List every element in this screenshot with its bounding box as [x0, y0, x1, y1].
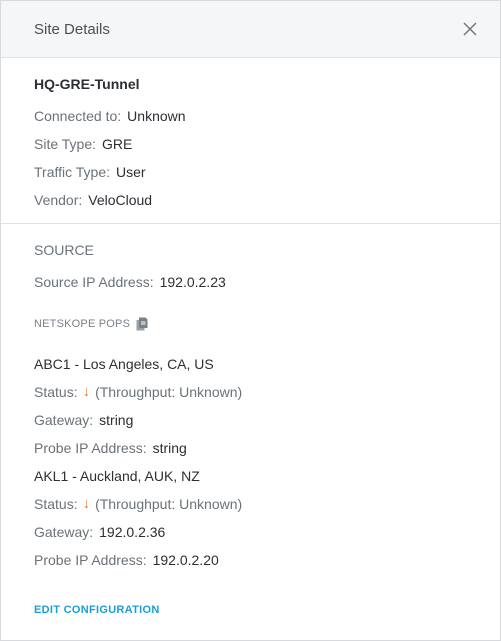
connected-to-value: Unknown [127, 108, 186, 124]
site-type-row: Site Type: GRE [34, 130, 467, 158]
copy-icon[interactable] [136, 317, 148, 331]
close-icon [463, 22, 477, 36]
pop-gateway-row: Gateway: string [34, 406, 467, 434]
pop-gateway-label: Gateway: [34, 524, 94, 540]
pop-status-row: Status: ↓ (Throughput: Unknown) [34, 490, 467, 518]
netskope-pops-label: NETSKOPE POPS [34, 318, 131, 330]
pop-gateway-label: Gateway: [34, 412, 94, 428]
panel-title: Site Details [34, 20, 110, 38]
arrow-down-icon: ↓ [82, 495, 91, 512]
source-ip-value: 192.0.2.23 [159, 274, 226, 290]
pop-name: AKL1 - Auckland, AUK, NZ [34, 468, 200, 484]
site-details-body: SOURCE Source IP Address: 192.0.2.23 NET… [1, 224, 500, 618]
connected-to-label: Connected to: [34, 108, 122, 124]
pop-gateway-row: Gateway: 192.0.2.36 [34, 518, 467, 546]
arrow-down-icon: ↓ [82, 383, 91, 400]
pop-throughput: (Throughput: Unknown) [95, 496, 243, 512]
source-ip-label: Source IP Address: [34, 274, 154, 290]
close-button[interactable] [460, 19, 480, 39]
pop-throughput: (Throughput: Unknown) [95, 384, 243, 400]
traffic-type-value: User [116, 164, 146, 180]
site-name: HQ-GRE-Tunnel [34, 76, 140, 92]
pop-gateway-value: string [99, 412, 134, 428]
vendor-row: Vendor: VeloCloud [34, 186, 467, 214]
pop-probe-row: Probe IP Address: 192.0.2.20 [34, 546, 467, 574]
source-section-title: SOURCE [34, 242, 94, 258]
source-ip-row: Source IP Address: 192.0.2.23 [34, 268, 467, 296]
pop-item: ABC1 - Los Angeles, CA, US Status: ↓ (Th… [34, 350, 467, 462]
pop-probe-label: Probe IP Address: [34, 552, 147, 568]
pop-probe-label: Probe IP Address: [34, 440, 147, 456]
pop-status-label: Status: [34, 496, 78, 512]
pop-status-row: Status: ↓ (Throughput: Unknown) [34, 378, 467, 406]
connected-to-row: Connected to: Unknown [34, 102, 467, 130]
vendor-value: VeloCloud [88, 192, 153, 208]
pop-probe-row: Probe IP Address: string [34, 434, 467, 462]
traffic-type-row: Traffic Type: User [34, 158, 467, 186]
pop-probe-value: 192.0.2.20 [152, 552, 219, 568]
netskope-pops-title: NETSKOPE POPS [34, 312, 467, 336]
site-summary: HQ-GRE-Tunnel Connected to: Unknown Site… [1, 58, 500, 224]
panel-header: Site Details [1, 1, 500, 58]
site-details-panel: Site Details HQ-GRE-Tunnel Connected to:… [0, 0, 501, 641]
site-type-label: Site Type: [34, 136, 97, 152]
site-type-value: GRE [102, 136, 133, 152]
pop-gateway-value: 192.0.2.36 [99, 524, 166, 540]
pop-probe-value: string [152, 440, 187, 456]
traffic-type-label: Traffic Type: [34, 164, 110, 180]
pop-status-label: Status: [34, 384, 78, 400]
pop-item: AKL1 - Auckland, AUK, NZ Status: ↓ (Thro… [34, 462, 467, 574]
pop-name: ABC1 - Los Angeles, CA, US [34, 356, 214, 372]
vendor-label: Vendor: [34, 192, 83, 208]
edit-configuration-link[interactable]: EDIT CONFIGURATION [34, 604, 160, 616]
